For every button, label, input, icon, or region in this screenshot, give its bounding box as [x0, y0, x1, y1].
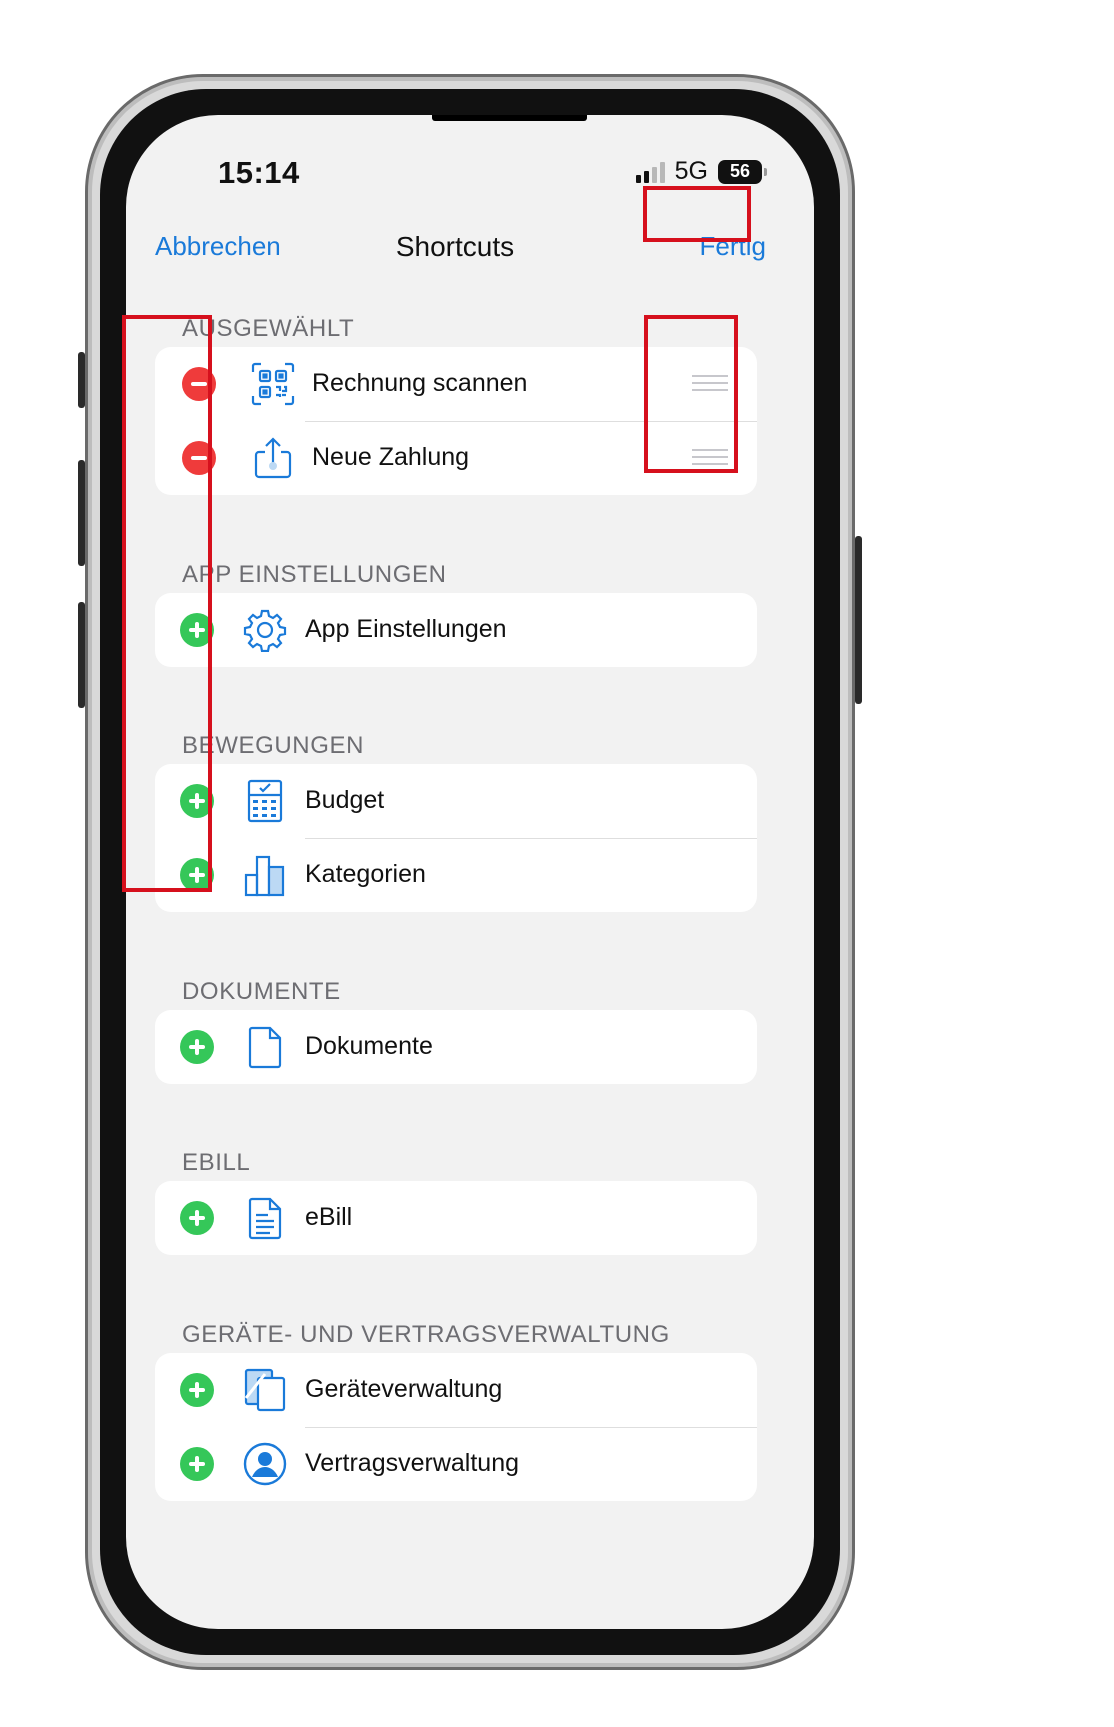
add-icon[interactable]: [180, 1201, 214, 1235]
battery-icon: 56: [718, 159, 767, 184]
share-upload-icon: [254, 437, 292, 479]
card-app-settings: App Einstellungen: [155, 593, 757, 667]
list-item-label: Neue Zahlung: [312, 443, 470, 471]
signal-icon: [635, 161, 665, 183]
top-antenna-band: [432, 115, 587, 121]
network-type: 5G: [674, 157, 708, 185]
calculator-icon: [247, 779, 283, 823]
highlight-drag-handles: [644, 315, 738, 473]
document-icon: [248, 1026, 282, 1069]
add-icon[interactable]: [180, 1373, 214, 1407]
list-item-label: Kategorien: [305, 860, 426, 888]
bar-chart-icon: [244, 855, 285, 897]
section-header-devices-contracts: GERÄTE- UND VERTRAGSVERWALTUNG: [182, 1321, 670, 1348]
battery-level: 56: [729, 161, 751, 181]
list-item: Budget: [155, 764, 757, 838]
highlight-done-button: [643, 186, 751, 242]
list-item: Dokumente: [155, 1010, 757, 1084]
list-item-label: Rechnung scannen: [312, 369, 528, 397]
list-item-label: Geräteverwaltung: [305, 1375, 503, 1403]
gear-icon: [243, 609, 287, 652]
list-item-label: Dokumente: [305, 1032, 433, 1060]
volume-down-button: [78, 602, 85, 708]
highlight-add-remove-controls: [122, 315, 212, 892]
card-documents: Dokumente: [155, 1010, 757, 1084]
power-button: [855, 536, 862, 704]
list-item-label: App Einstellungen: [305, 615, 507, 643]
qr-code-icon: [251, 362, 295, 406]
status-time: 15:14: [218, 155, 300, 190]
list-item: Vertragsverwaltung: [155, 1427, 757, 1501]
list-item: eBill: [155, 1181, 757, 1255]
bill-icon: [248, 1197, 282, 1240]
devices-icon: [244, 1368, 286, 1412]
list-item-label: eBill: [305, 1203, 353, 1231]
section-header-documents: DOKUMENTE: [182, 978, 341, 1005]
silent-switch: [78, 352, 85, 408]
list-item-label: Budget: [305, 786, 385, 814]
add-icon[interactable]: [180, 1447, 214, 1481]
list-item: Geräteverwaltung: [155, 1353, 757, 1427]
contract-person-icon: [243, 1442, 287, 1486]
card-movements: Budget Kategorien: [155, 764, 757, 912]
list-item-label: Vertragsverwaltung: [305, 1449, 520, 1477]
volume-up-button: [78, 460, 85, 566]
add-icon[interactable]: [180, 1030, 214, 1064]
status-indicators: 5G 56: [635, 157, 767, 186]
list-item: App Einstellungen: [155, 593, 757, 667]
card-ebill: eBill: [155, 1181, 757, 1255]
card-devices-contracts: Geräteverwaltung Vertragsverwaltung: [155, 1353, 757, 1501]
section-header-ebill: EBILL: [182, 1149, 251, 1176]
list-item: Kategorien: [155, 838, 757, 912]
section-header-app-settings: APP EINSTELLUNGEN: [182, 561, 447, 588]
